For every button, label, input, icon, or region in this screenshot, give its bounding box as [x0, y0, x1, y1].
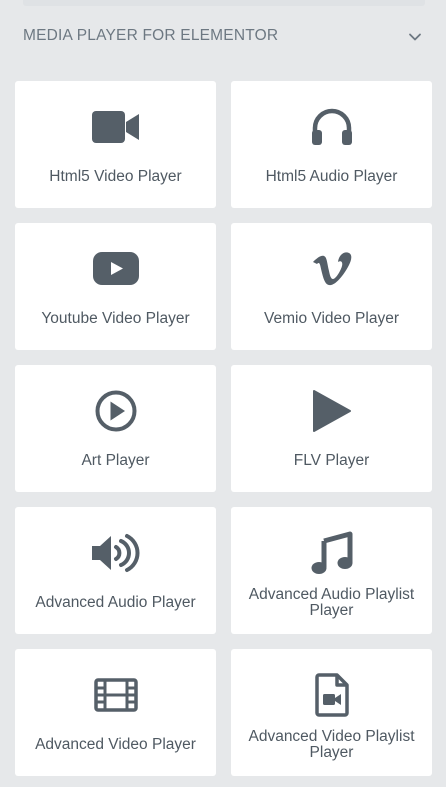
widget-label: FLV Player	[293, 452, 370, 469]
video-camera-icon	[91, 105, 141, 149]
chevron-down-icon[interactable]	[407, 29, 423, 45]
category-title: MEDIA PLAYER FOR ELEMENTOR	[23, 27, 279, 44]
widget-label: Vemio Video Player	[264, 310, 399, 327]
widget-flv-player[interactable]: FLV Player	[231, 365, 432, 492]
widget-grid: Html5 Video Player Html5 Audio Player Yo…	[15, 81, 433, 776]
widget-advanced-audio-player[interactable]: Advanced Audio Player	[15, 507, 216, 634]
widget-html5-audio-player[interactable]: Html5 Audio Player	[231, 81, 432, 208]
widget-label: Art Player	[81, 452, 150, 469]
widget-label: Advanced Audio Playlist Player	[248, 586, 415, 619]
youtube-icon	[91, 247, 141, 291]
play-circle-icon	[91, 389, 141, 433]
previous-category-edge	[23, 0, 425, 6]
volume-up-icon	[91, 531, 141, 575]
widget-vemio-video-player[interactable]: Vemio Video Player	[231, 223, 432, 350]
play-icon	[307, 389, 357, 433]
vimeo-icon	[307, 247, 357, 291]
file-video-icon	[307, 673, 357, 717]
widget-label: Html5 Audio Player	[265, 168, 398, 185]
music-note-icon	[307, 531, 357, 575]
film-icon	[91, 673, 141, 717]
elements-panel: MEDIA PLAYER FOR ELEMENTOR Html5 Video P…	[0, 0, 446, 787]
widget-youtube-video-player[interactable]: Youtube Video Player	[15, 223, 216, 350]
widget-label: Advanced Audio Player	[35, 594, 196, 611]
widget-advanced-audio-playlist-player[interactable]: Advanced Audio Playlist Player	[231, 507, 432, 634]
widget-label: Youtube Video Player	[41, 310, 190, 327]
category-header[interactable]: MEDIA PLAYER FOR ELEMENTOR	[0, 14, 446, 58]
widget-label: Advanced Video Player	[35, 736, 196, 753]
widget-art-player[interactable]: Art Player	[15, 365, 216, 492]
widget-label: Html5 Video Player	[49, 168, 182, 185]
widget-advanced-video-player[interactable]: Advanced Video Player	[15, 649, 216, 776]
headphones-icon	[307, 105, 357, 149]
widget-label: Advanced Video Playlist Player	[248, 728, 415, 761]
widget-advanced-video-playlist-player[interactable]: Advanced Video Playlist Player	[231, 649, 432, 776]
widget-html5-video-player[interactable]: Html5 Video Player	[15, 81, 216, 208]
